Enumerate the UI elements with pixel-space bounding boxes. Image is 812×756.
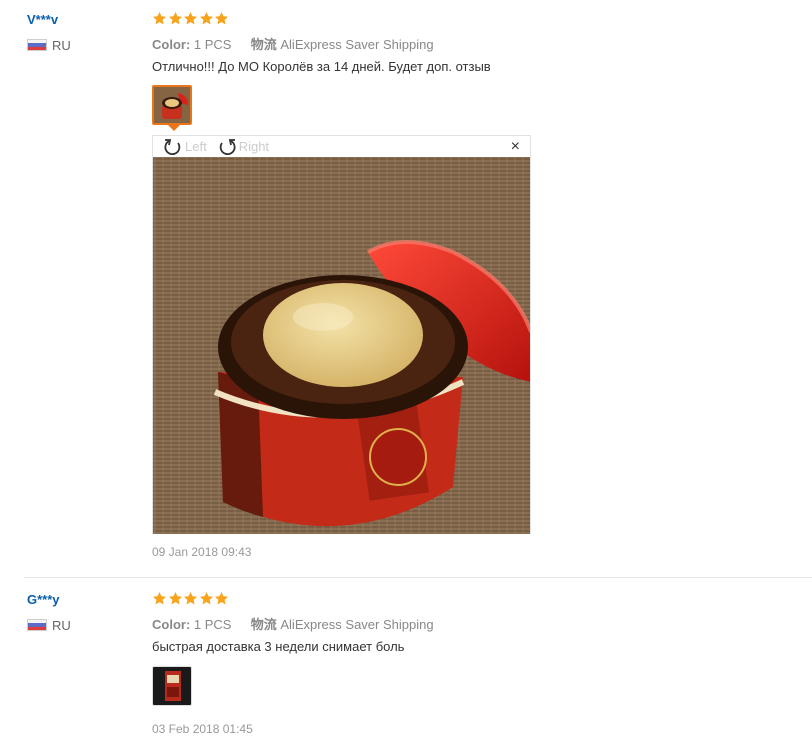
star-icon	[199, 591, 214, 606]
rotate-left-button[interactable]: Left	[163, 137, 207, 157]
rotate-left-icon	[164, 138, 181, 155]
rotate-right-button[interactable]: Right	[217, 137, 269, 157]
star-icon	[214, 591, 229, 606]
review-item: G***y RU Color: 1 PCS 物流 AliExpress Save…	[0, 578, 812, 756]
reviewer-country: RU	[27, 617, 71, 633]
star-icon	[168, 591, 183, 606]
review-text: Отлично!!! До МО Королёв за 14 дней. Буд…	[152, 59, 491, 74]
review-date: 09 Jan 2018 09:43	[152, 545, 252, 559]
shipping-label: 物流	[250, 37, 277, 52]
review-photo-thumbnail[interactable]	[152, 85, 192, 125]
country-code: RU	[52, 617, 71, 633]
thumbnail-pointer	[168, 125, 180, 131]
color-value: 1 PCS	[193, 617, 232, 632]
reviewer-name[interactable]: G***y	[27, 592, 60, 607]
close-viewer-button[interactable]: ×	[511, 139, 520, 155]
balm-jar-thumbnail-image	[154, 87, 190, 123]
reviewer-name[interactable]: V***v	[27, 12, 58, 27]
rotate-left-label: Left	[185, 139, 207, 154]
star-icon	[168, 11, 183, 26]
star-rating	[152, 11, 230, 26]
review-date: 03 Feb 2018 01:45	[152, 722, 253, 736]
photo-viewer-toolbar: Left Right ×	[153, 136, 530, 157]
review-text: быстрая доставка 3 недели снимает боль	[152, 639, 405, 654]
rotate-right-icon	[219, 138, 236, 155]
star-icon	[199, 11, 214, 26]
shipping-value: AliExpress Saver Shipping	[280, 37, 434, 52]
balm-jar-photo	[153, 157, 530, 534]
review-photo-thumbnail[interactable]	[152, 666, 192, 706]
reviewer-country: RU	[27, 37, 71, 53]
photo-viewer: Left Right ×	[152, 135, 531, 534]
star-rating	[152, 591, 230, 606]
star-icon	[152, 591, 167, 606]
color-label: Color:	[152, 37, 191, 52]
color-value: 1 PCS	[193, 37, 232, 52]
star-icon	[152, 11, 167, 26]
country-code: RU	[52, 37, 71, 53]
star-icon	[183, 11, 198, 26]
order-info: Color: 1 PCS 物流 AliExpress Saver Shippin…	[152, 614, 434, 633]
russia-flag-icon	[27, 619, 47, 631]
rotate-right-label: Right	[238, 139, 270, 154]
review-item: V***v RU Color: 1 PCS 物流 AliExpress Save…	[0, 0, 812, 577]
product-box-thumbnail-image	[153, 667, 191, 705]
color-label: Color:	[152, 617, 191, 632]
russia-flag-icon	[27, 39, 47, 51]
shipping-value: AliExpress Saver Shipping	[280, 617, 434, 632]
star-icon	[214, 11, 229, 26]
star-icon	[183, 591, 198, 606]
shipping-label: 物流	[250, 617, 277, 632]
order-info: Color: 1 PCS 物流 AliExpress Saver Shippin…	[152, 34, 434, 53]
